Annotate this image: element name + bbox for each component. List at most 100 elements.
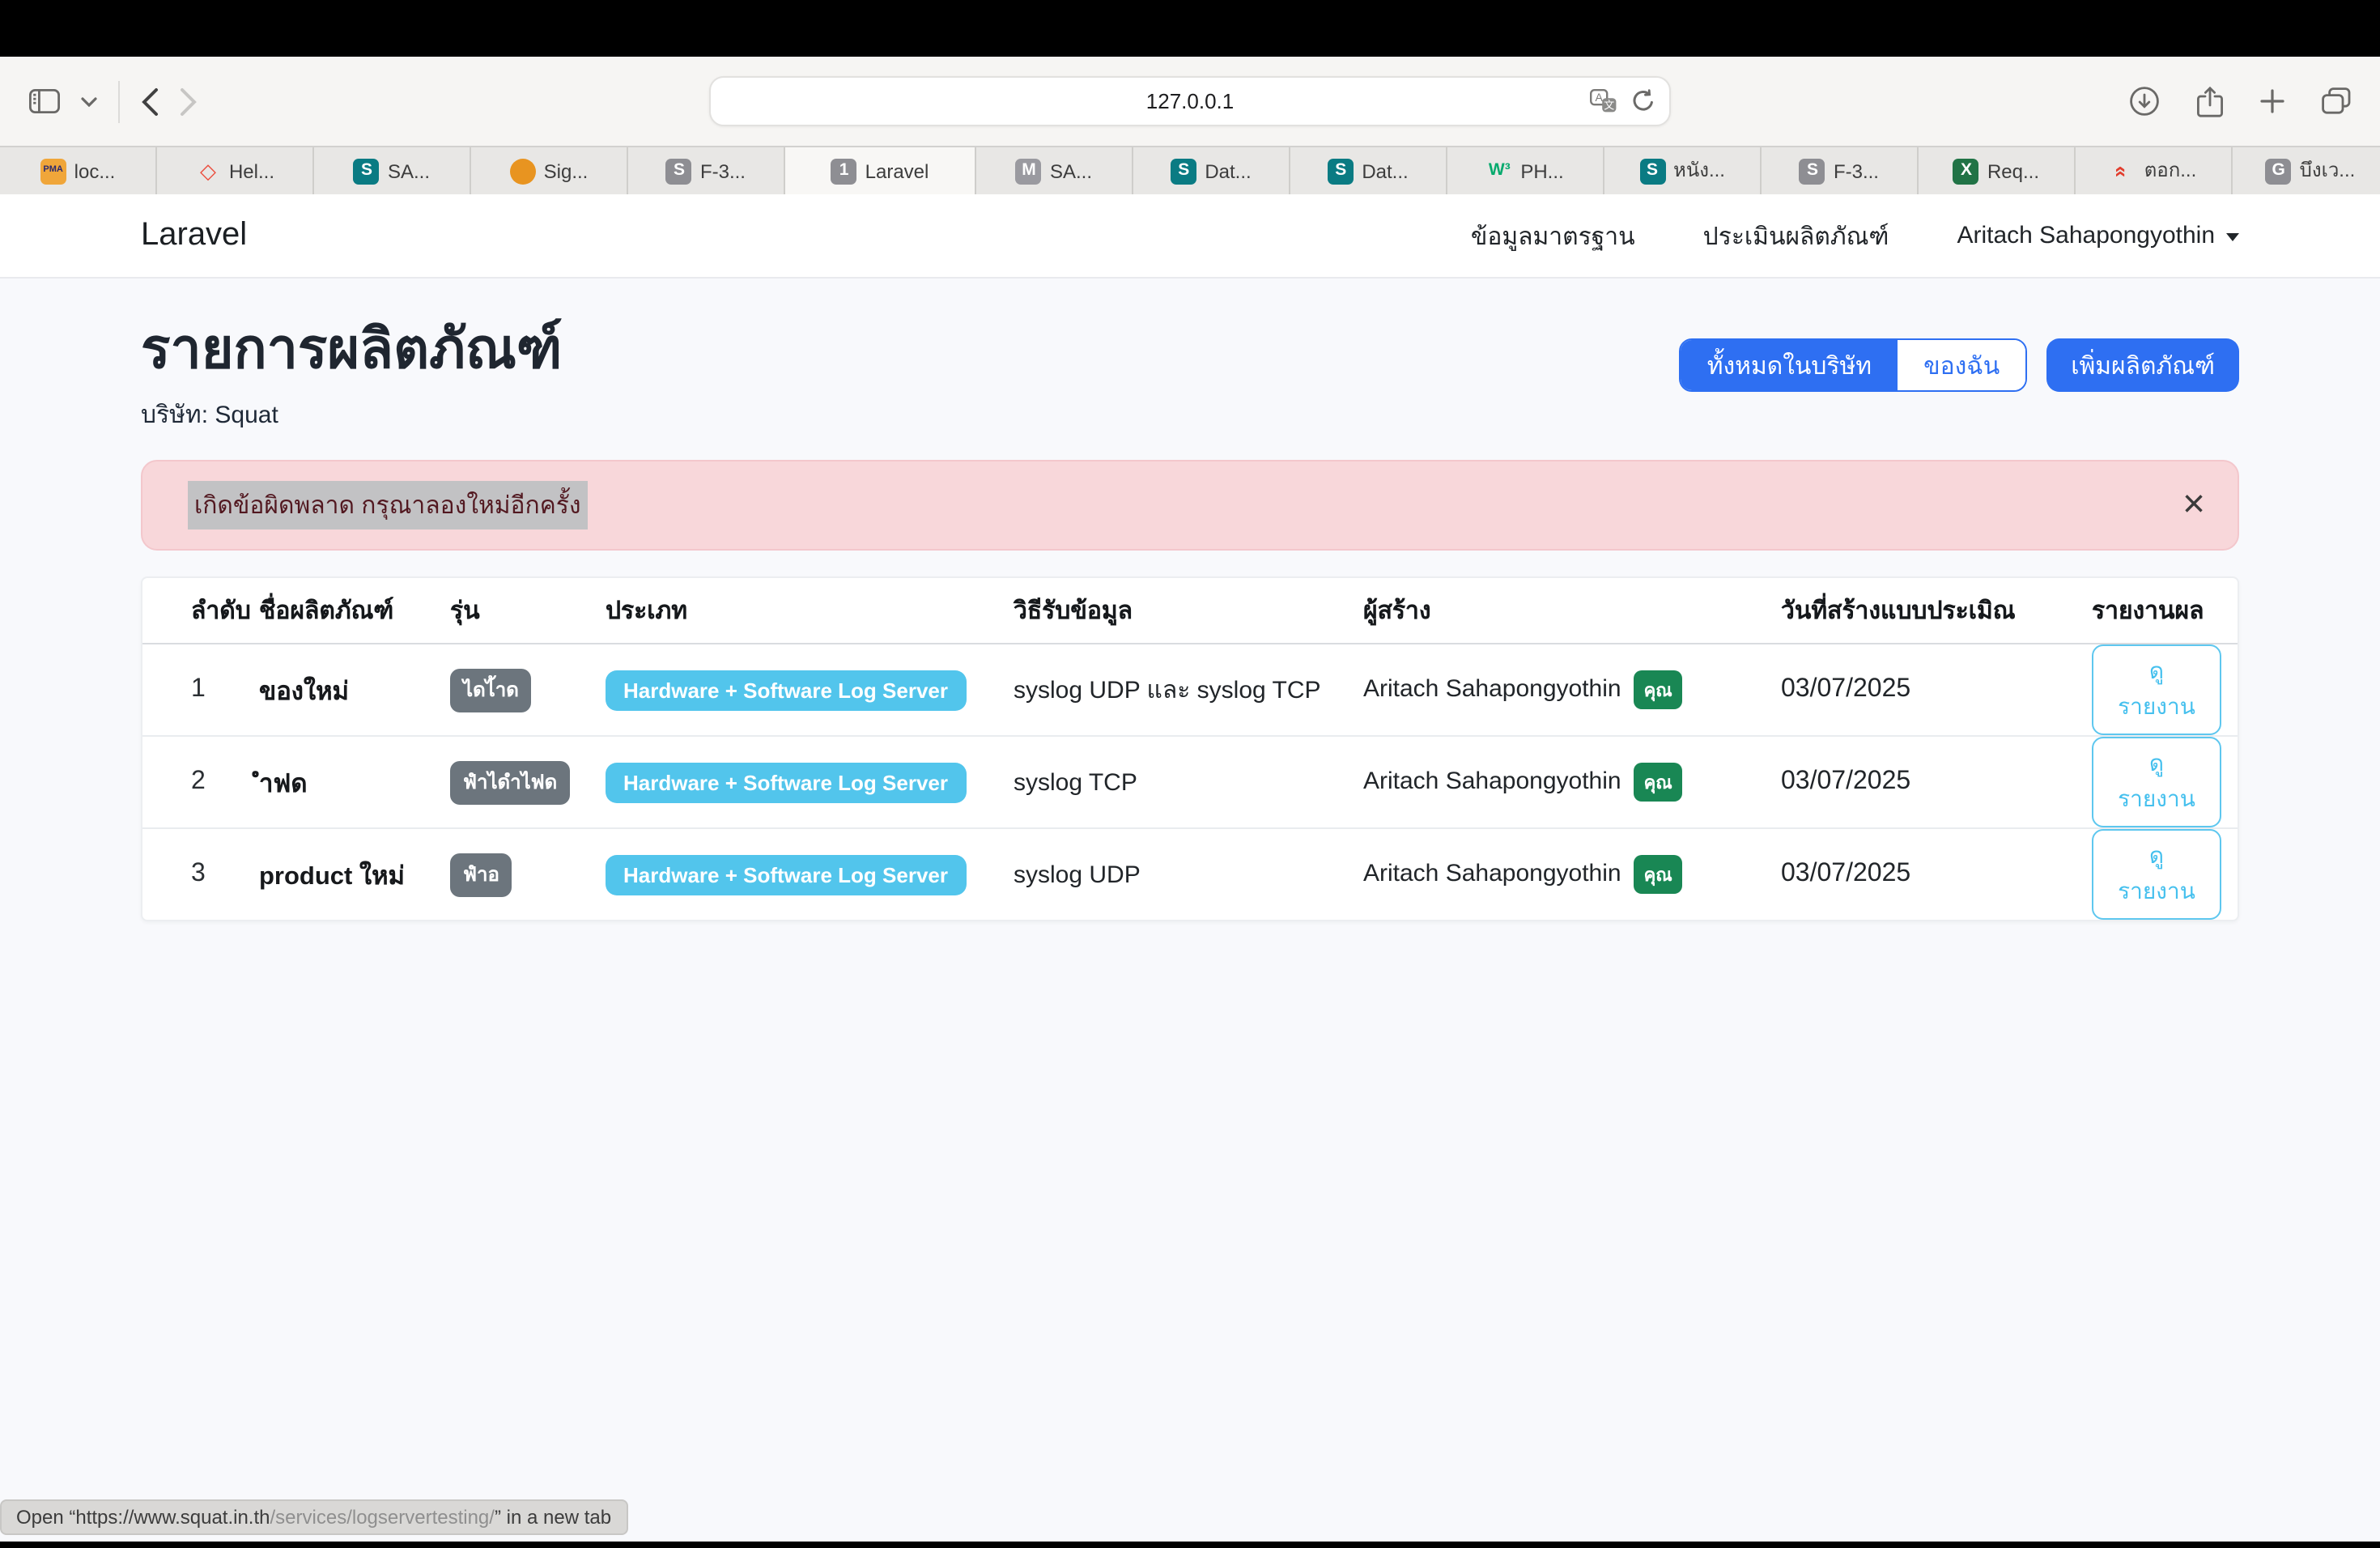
browser-tab[interactable]: « ตอก... [2076, 147, 2233, 194]
browser-tab[interactable]: S Dat... [1290, 147, 1447, 194]
back-arrow-icon [141, 87, 159, 116]
type-badge: Hardware + Software Log Server [606, 763, 966, 803]
share-icon [2197, 85, 2223, 117]
downloads-button[interactable] [2129, 86, 2160, 117]
cell-order: 1 [142, 644, 259, 737]
red-chevrons-favicon: « [2110, 158, 2136, 184]
cell-date: 03/07/2025 [1781, 644, 2092, 737]
tab-label: F-3... [1834, 159, 1879, 182]
tabs-overview-icon [2322, 87, 2351, 115]
new-tab-button[interactable] [2260, 89, 2284, 113]
cell-type: Hardware + Software Log Server [606, 737, 1014, 829]
sharepoint-favicon: S [354, 158, 380, 184]
laravel-favicon: ◇ [195, 158, 221, 184]
creator-name: Aritach Sahapongyothin [1363, 861, 1621, 888]
excel-favicon: X [1953, 158, 1979, 184]
tab-label: PH... [1520, 159, 1563, 182]
sharepoint-favicon: S [1639, 158, 1665, 184]
gray-g-favicon: G [2266, 158, 2292, 184]
cell-creator: Aritach Sahapongyothin คุณ [1363, 829, 1781, 921]
numbered-one-favicon: 1 [831, 158, 857, 184]
tab-label: หนัง... [1673, 155, 1725, 186]
error-alert: เกิดข้อผิดพลาด กรุณาลองใหม่อีกครั้ง × [141, 460, 2239, 551]
tab-label: Req... [1987, 159, 2039, 182]
company-subtitle: บริษัท: Squat [141, 395, 562, 434]
tab-label: Dat... [1362, 159, 1408, 182]
user-name: Aritach Sahapongyothin [1957, 222, 2215, 249]
brand-link[interactable]: Laravel [141, 217, 247, 254]
toolbar-right-group [2129, 85, 2351, 117]
tab-overview-button[interactable] [2322, 87, 2351, 115]
table-body: 1 ของใหม่ ไดไ้าด Hardware + Software Log… [142, 644, 2239, 921]
cell-order: 2 [142, 737, 259, 829]
reload-button[interactable] [1632, 89, 1655, 113]
model-badge: ฟำไดำไฟด [450, 761, 570, 805]
tab-label: Sig... [544, 159, 589, 182]
browser-tab[interactable]: PMA loc... [0, 147, 157, 194]
back-button[interactable] [141, 87, 159, 116]
type-badge: Hardware + Software Log Server [606, 670, 966, 711]
alert-close-button[interactable]: × [2182, 486, 2205, 525]
filter-mine-button[interactable]: ของฉัน [1898, 340, 2025, 390]
browser-tab[interactable]: S F-3... [1762, 147, 1919, 194]
browser-tab[interactable]: 1 Laravel [785, 147, 976, 194]
translate-button[interactable]: A 文 [1590, 89, 1617, 113]
download-icon [2129, 86, 2160, 117]
cell-method: syslog TCP [1014, 737, 1363, 829]
cell-product-name: product ใหม่ [259, 829, 450, 921]
model-badge: ไดไ้าด [450, 669, 532, 712]
page-title: รายการผลิตภัณฑ์ [141, 317, 562, 384]
cell-model: ฟำไดำไฟด [450, 737, 606, 829]
sidebar-toggle-button[interactable] [29, 89, 60, 113]
table-header-row: ลำดับ ชื่อผลิตภัณฑ์ รุ่น ประเภท วิธีรับข… [142, 578, 2239, 644]
status-path: /services/logservertesting/ [270, 1506, 495, 1529]
browser-tab[interactable]: ◇ Hel... [157, 147, 314, 194]
status-host: https://www.squat.in.th [75, 1506, 270, 1529]
browser-tab[interactable]: M SA... [976, 147, 1133, 194]
view-report-button[interactable]: ดูรายงาน [2092, 645, 2221, 736]
nav-link-evaluate-product[interactable]: ประเมินผลิตภัณฑ์ [1703, 216, 1889, 255]
header-report: รายงานผล [2092, 578, 2239, 644]
address-bar[interactable]: 127.0.0.1 A 文 [709, 76, 1671, 126]
filter-all-button[interactable]: ทั้งหมดในบริษัท [1681, 340, 1898, 390]
browser-tab[interactable]: W³ PH... [1447, 147, 1604, 194]
status-suffix: ” in a new tab [495, 1506, 611, 1529]
nav-link-standard-data[interactable]: ข้อมูลมาตรฐาน [1471, 216, 1635, 255]
page-header: รายการผลิตภัณฑ์ บริษัท: Squat ทั้งหมดในบ… [141, 317, 2239, 434]
macos-menubar-strip [0, 0, 2380, 57]
forward-button[interactable] [180, 87, 198, 116]
toolbar-divider [118, 80, 120, 122]
browser-tab[interactable]: S Dat... [1133, 147, 1290, 194]
product-table: ลำดับ ชื่อผลิตภัณฑ์ รุ่น ประเภท วิธีรับข… [142, 578, 2239, 921]
browser-tab[interactable]: G บึงเว... [2233, 147, 2380, 194]
browser-tab[interactable]: S SA... [314, 147, 471, 194]
share-button[interactable] [2197, 85, 2223, 117]
view-report-button[interactable]: ดูรายงาน [2092, 830, 2221, 921]
you-badge: คุณ [1634, 856, 1682, 895]
view-report-button[interactable]: ดูรายงาน [2092, 738, 2221, 828]
browser-tab[interactable]: X Req... [1919, 147, 2076, 194]
model-badge: ฟำอ [450, 853, 512, 897]
browser-tab[interactable]: S หนัง... [1604, 147, 1762, 194]
link-preview-status-bar: Open “https://www.squat.in.th/services/l… [0, 1499, 627, 1535]
tab-label: บึงเว... [2300, 155, 2356, 186]
browser-window: 127.0.0.1 A 文 [0, 0, 2380, 1548]
user-menu[interactable]: Aritach Sahapongyothin [1957, 222, 2239, 249]
cell-product-name: ของใหม่ [259, 644, 450, 737]
browser-tab[interactable]: Sig... [471, 147, 628, 194]
address-bar-url: 127.0.0.1 [1146, 89, 1234, 113]
tab-label: Laravel [865, 159, 929, 182]
add-product-button[interactable]: เพิ่มผลิตภัณฑ์ [2046, 338, 2239, 392]
error-alert-message: เกิดข้อผิดพลาด กรุณาลองใหม่อีกครั้ง [188, 481, 588, 529]
status-prefix: Open “ [16, 1506, 75, 1529]
cell-method: syslog UDP และ syslog TCP [1014, 644, 1363, 737]
gray-s-favicon: S [1800, 158, 1825, 184]
browser-tab[interactable]: S F-3... [628, 147, 785, 194]
gray-m-favicon: M [1016, 158, 1042, 184]
page-content: รายการผลิตภัณฑ์ บริษัท: Squat ทั้งหมดในบ… [0, 317, 2380, 922]
header-type: ประเภท [606, 578, 1014, 644]
sidebar-chevron-button[interactable] [81, 96, 97, 106]
caret-down-icon [2226, 233, 2239, 241]
reload-icon [1632, 89, 1655, 113]
sharepoint-favicon: S [1171, 158, 1196, 184]
